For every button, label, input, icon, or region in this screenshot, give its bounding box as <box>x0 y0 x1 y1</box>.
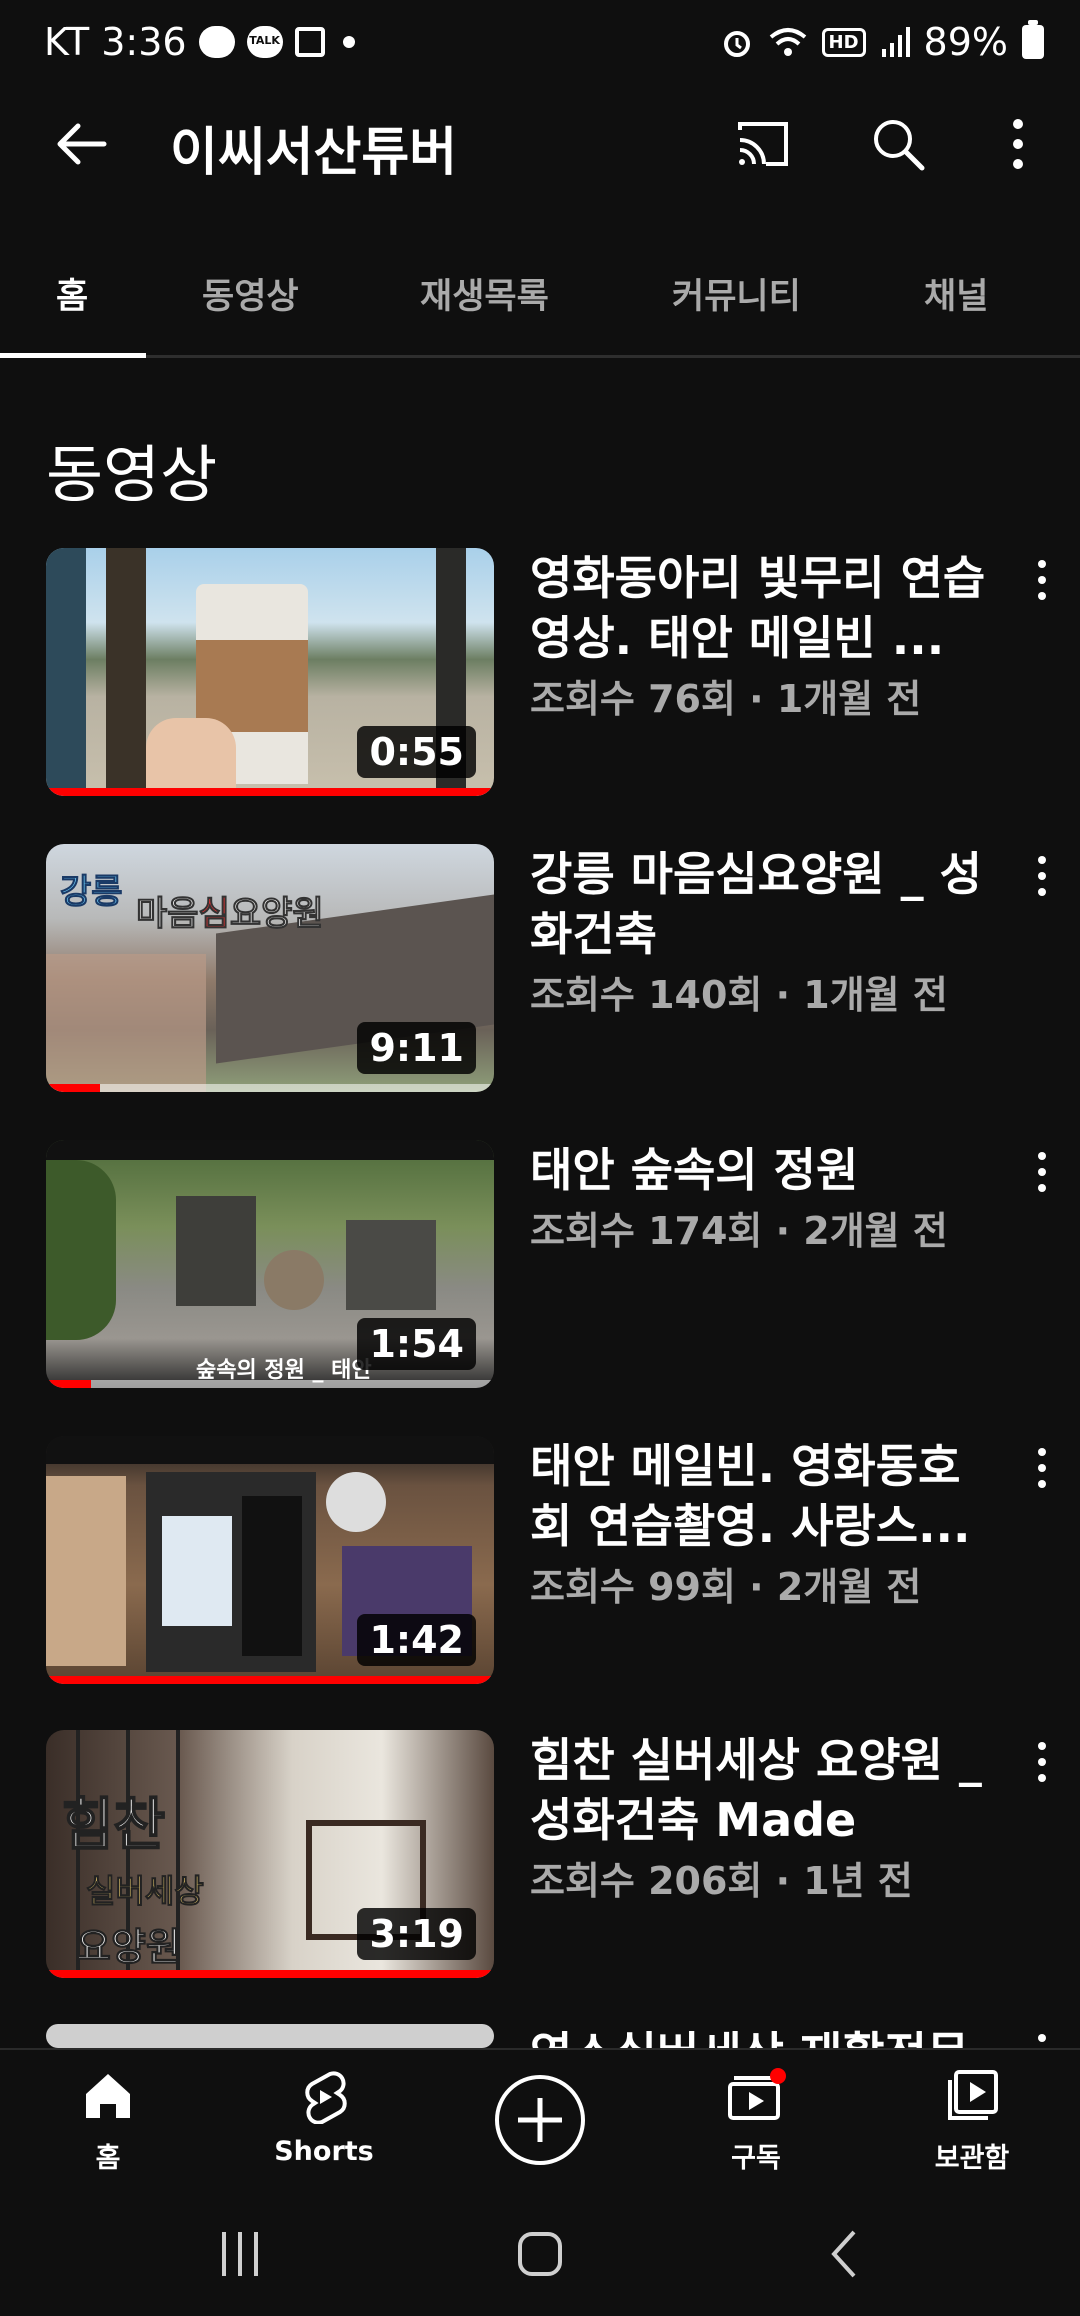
video-title[interactable]: 태안 메일빈. 영화동호회 연습촬영. 사랑스... <box>530 1436 1000 1556</box>
video-duration: 0:55 <box>357 726 476 778</box>
subscriptions-icon <box>728 2068 786 2120</box>
app-header: 이씨서산튜버 <box>0 92 1080 192</box>
nav-home-label: 홈 <box>95 2143 121 2174</box>
tab-playlists[interactable]: 재생목록 <box>420 268 549 319</box>
watch-progress-fill <box>46 788 494 796</box>
video-title[interactable]: 태안 숲속의 정원 <box>530 1140 1000 1200</box>
battery-icon <box>1022 20 1044 59</box>
nav-library[interactable]: 보관함 <box>892 2068 1052 2175</box>
video-more-icon[interactable] <box>1030 856 1054 906</box>
video-duration: 1:42 <box>357 1614 476 1666</box>
home-icon <box>86 2074 130 2118</box>
video-title[interactable]: 강릉 마음심요양원 _ 성화건축 <box>530 844 1000 964</box>
message-icon <box>198 26 235 58</box>
kakaotalk-icon <box>246 26 283 58</box>
watch-progress-track <box>46 788 494 796</box>
video-item[interactable]: 숲속의 정원 _ 태안 1:54 태안 숲속의 정원 조회수 174회 · 2개… <box>0 1140 1080 1390</box>
video-item-partial[interactable]: 영소실버세상 재활전문 <box>0 2024 1080 2048</box>
bottom-navigation: 홈 Shorts 구독 보관함 <box>0 2048 1080 2198</box>
watch-progress-fill <box>46 1676 494 1684</box>
back-arrow-icon[interactable] <box>50 112 114 176</box>
thumbnail-overlay-text-3: 요양원 <box>76 1925 182 1970</box>
more-options-icon[interactable] <box>986 112 1050 176</box>
tab-videos[interactable]: 동영상 <box>202 268 299 319</box>
video-thumbnail[interactable]: 숲속의 정원 _ 태안 1:54 <box>46 1140 494 1388</box>
video-more-icon[interactable] <box>1030 1448 1054 1498</box>
system-navigation-bar <box>0 2198 1080 2316</box>
channel-title: 이씨서산튜버 <box>170 123 458 183</box>
video-duration: 9:11 <box>357 1022 476 1074</box>
back-button-icon[interactable] <box>822 2228 870 2280</box>
video-title[interactable]: 영화동아리 빛무리 연습영상. 태안 메일빈 ... <box>530 548 1000 668</box>
gallery-icon <box>294 27 325 57</box>
signal-icon <box>881 27 910 57</box>
nav-home[interactable]: 홈 <box>28 2068 188 2175</box>
cast-icon[interactable] <box>730 112 794 176</box>
nav-subscriptions-label: 구독 <box>731 2143 781 2174</box>
active-tab-indicator <box>0 353 146 358</box>
nav-shorts[interactable]: Shorts <box>244 2068 404 2167</box>
video-duration: 3:19 <box>357 1908 476 1960</box>
video-item[interactable]: 1:42 태안 메일빈. 영화동호회 연습촬영. 사랑스... 조회수 99회 … <box>0 1436 1080 1686</box>
thumbnail-overlay-text: 강릉 <box>60 872 124 913</box>
tab-home[interactable]: 홈 <box>56 268 88 319</box>
channel-tabs: 홈 동영상 재생목록 커뮤니티 채널 <box>0 240 1080 358</box>
nav-shorts-label: Shorts <box>274 2136 374 2167</box>
status-left: KT 3:36 <box>44 20 355 64</box>
watch-progress-fill <box>46 1084 100 1092</box>
nav-create[interactable] <box>460 2072 620 2172</box>
shorts-icon <box>305 2071 347 2125</box>
section-title: 동영상 <box>46 438 218 511</box>
video-meta: 조회수 99회 · 2개월 전 <box>530 1565 922 1609</box>
video-thumbnail[interactable] <box>46 2024 494 2048</box>
watch-progress-track <box>46 1970 494 1978</box>
recent-apps-icon[interactable] <box>216 2228 264 2280</box>
thumbnail-overlay-text-2: 마음심요양원 <box>136 894 325 935</box>
video-item[interactable]: 강릉 마음심요양원 9:11 강릉 마음심요양원 _ 성화건축 조회수 140회… <box>0 844 1080 1094</box>
library-icon <box>948 2070 998 2120</box>
video-duration: 1:54 <box>357 1318 476 1370</box>
video-more-icon[interactable] <box>1030 1742 1054 1792</box>
hd-voice-icon: HD <box>821 27 866 57</box>
video-more-icon[interactable] <box>1030 1152 1054 1202</box>
watch-progress-track <box>46 1084 494 1092</box>
watch-progress-track <box>46 1380 494 1388</box>
video-thumbnail[interactable]: 0:55 <box>46 548 494 796</box>
video-thumbnail[interactable]: 강릉 마음심요양원 9:11 <box>46 844 494 1092</box>
more-notifications-icon <box>342 36 355 48</box>
watch-progress-fill <box>46 1380 91 1388</box>
status-bar: KT 3:36 HD 89% <box>0 0 1080 92</box>
video-meta: 조회수 140회 · 1개월 전 <box>530 973 948 1017</box>
wifi-icon <box>769 28 806 56</box>
thumbnail-overlay-text: 힘찬 <box>61 1792 166 1859</box>
video-thumbnail[interactable]: 1:42 <box>46 1436 494 1684</box>
carrier-time: KT 3:36 <box>44 20 187 64</box>
video-title[interactable]: 영소실버세상 재활전문 <box>530 2024 1000 2048</box>
watch-progress-track <box>46 1676 494 1684</box>
video-meta: 조회수 174회 · 2개월 전 <box>530 1209 948 1253</box>
home-button-icon[interactable] <box>516 2228 564 2280</box>
video-more-icon[interactable] <box>1030 560 1054 610</box>
watch-progress-fill <box>46 1970 494 1978</box>
create-icon <box>495 2075 585 2165</box>
nav-subscriptions[interactable]: 구독 <box>676 2068 836 2175</box>
video-thumbnail[interactable]: 힘찬 실버세상 요양원 3:19 <box>46 1730 494 1978</box>
video-item[interactable]: 힘찬 실버세상 요양원 3:19 힘찬 실버세상 요양원 _ 성화건축 Made… <box>0 1730 1080 1980</box>
search-icon[interactable] <box>866 112 930 176</box>
thumbnail-overlay-text-2: 실버세상 <box>86 1872 205 1911</box>
video-title[interactable]: 힘찬 실버세상 요양원 _ 성화건축 Made <box>530 1730 1000 1850</box>
alarm-icon <box>723 31 750 57</box>
video-meta: 조회수 206회 · 1년 전 <box>530 1859 913 1903</box>
battery-percent: 89% <box>923 20 1008 64</box>
video-item[interactable]: 0:55 영화동아리 빛무리 연습영상. 태안 메일빈 ... 조회수 76회 … <box>0 548 1080 798</box>
tab-channel[interactable]: 채널 <box>924 268 988 319</box>
nav-library-label: 보관함 <box>934 2143 1010 2174</box>
video-meta: 조회수 76회 · 1개월 전 <box>530 677 922 721</box>
status-right: HD 89% <box>720 20 1044 64</box>
tab-community[interactable]: 커뮤니티 <box>672 268 801 319</box>
video-more-icon[interactable] <box>1030 2034 1054 2048</box>
